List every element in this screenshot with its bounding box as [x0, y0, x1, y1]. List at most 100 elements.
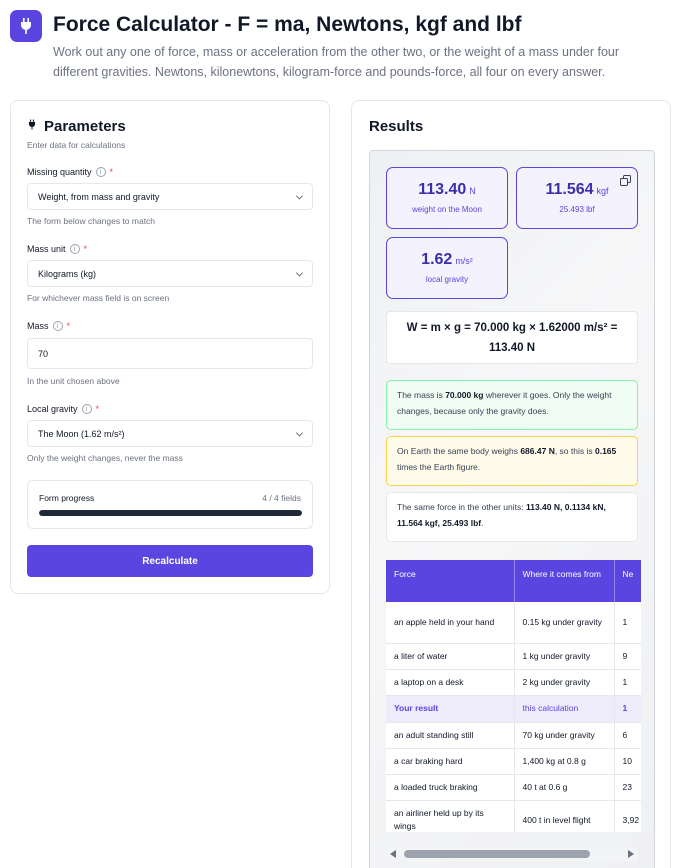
missing-quantity-label: Missing quantity i *	[27, 167, 113, 177]
missing-quantity-label-text: Missing quantity	[27, 167, 92, 177]
chevron-down-icon	[295, 191, 304, 200]
table-cell: 3,92	[614, 800, 641, 832]
scroll-left-icon[interactable]	[390, 850, 396, 858]
mass-value: 70	[38, 348, 49, 359]
table-cell: an adult standing still	[386, 722, 515, 749]
units-note: The same force in the other units: 113.4…	[386, 492, 638, 542]
missing-quantity-value: Weight, from mass and gravity	[38, 191, 160, 202]
gravity-card: 1.62 m/s² local gravity	[386, 237, 508, 299]
table-cell: 400 t in level flight	[514, 800, 615, 832]
copy-icon[interactable]	[620, 173, 631, 191]
table-cell: 0.15 kg under gravity	[514, 602, 615, 644]
comparison-table: Force Where it comes from Ne an apple he…	[386, 560, 641, 832]
local-gravity-hint: Only the weight changes, never the mass	[27, 453, 183, 463]
page-title: Force Calculator - F = ma, Newtons, kgf …	[53, 13, 522, 36]
kgf-unit: kgf	[596, 186, 609, 196]
weight-unit: N	[469, 186, 476, 196]
mass-input[interactable]: 70	[27, 338, 313, 369]
table-cell: 10	[614, 748, 641, 775]
parameters-subtitle: Enter data for calculations	[27, 140, 126, 150]
table-cell: an airliner held up by its wings	[386, 800, 515, 832]
progress-track	[39, 510, 302, 516]
table-cell: 9	[614, 643, 641, 670]
recalculate-button[interactable]: Recalculate	[27, 545, 313, 577]
formula-line-1: W = m × g = 70.000 kg × 1.62000 m/s² =	[406, 322, 618, 334]
kgf-number: 11.564	[545, 181, 594, 198]
weight-caption: weight on the Moon	[412, 205, 482, 214]
info-icon[interactable]: i	[95, 167, 106, 177]
note-bold: 686.47 N	[520, 446, 555, 456]
horizontal-scrollbar[interactable]	[386, 847, 638, 861]
parameters-panel: Parameters Enter data for calculations M…	[10, 100, 330, 594]
note-text: The same force in the other units:	[397, 502, 526, 512]
local-gravity-label-text: Local gravity	[27, 404, 78, 414]
info-icon[interactable]: i	[52, 321, 63, 331]
page-subtitle: Work out any one of force, mass or accel…	[53, 45, 620, 79]
table-cell: Your result	[386, 695, 515, 723]
table-cell: 1	[614, 602, 641, 644]
table-cell: a liter of water	[386, 643, 515, 670]
gravity-caption: local gravity	[425, 275, 469, 284]
comparison-table-wrap[interactable]: Force Where it comes from Ne an apple he…	[386, 560, 641, 832]
table-header[interactable]: Force	[386, 560, 515, 602]
plug-icon	[10, 10, 42, 42]
note-bold: 0.165	[594, 446, 617, 456]
weight-number: 113.40	[418, 181, 467, 198]
form-progress-label: Form progress	[39, 493, 95, 503]
info-icon[interactable]: i	[81, 404, 92, 414]
results-panel: Results 113.40 N weight on the Moon 11.56…	[351, 100, 671, 868]
scrollbar-thumb[interactable]	[404, 850, 590, 858]
mass-unit-value: Kilograms (kg)	[38, 268, 97, 279]
form-progress-count: 4 / 4 fields	[262, 493, 301, 503]
mass-hint: In the unit chosen above	[27, 376, 120, 386]
table-row: an adult standing still 70 kg under grav…	[386, 722, 641, 749]
table-cell: 6	[614, 722, 641, 749]
parameters-heading: Parameters	[27, 118, 126, 135]
results-scroll-area[interactable]: 113.40 N weight on the Moon 11.564 kgf 25.…	[369, 150, 655, 868]
info-icon[interactable]: i	[69, 244, 80, 254]
table-cell: a car braking hard	[386, 748, 515, 775]
table-cell: 23	[614, 774, 641, 801]
mass-label-text: Mass	[27, 321, 49, 331]
mass-unit-select[interactable]: Kilograms (kg)	[27, 260, 313, 287]
table-header-row: Force Where it comes from Ne	[386, 560, 641, 602]
table-cell: 1,400 kg at 0.8 g	[514, 748, 615, 775]
formula-box: W = m × g = 70.000 kg × 1.62000 m/s² = 1…	[386, 311, 638, 364]
table-cell: 40 t at 0.6 g	[514, 774, 615, 801]
mass-label: Mass i *	[27, 321, 70, 331]
gravity-unit: m/s²	[455, 256, 473, 266]
note-bold: 70.000 kg	[445, 390, 484, 400]
local-gravity-label: Local gravity i *	[27, 404, 99, 414]
note-text: The mass is	[397, 390, 446, 400]
form-progress: Form progress 4 / 4 fields	[27, 480, 313, 529]
kgf-value: 11.564 kgf	[517, 181, 637, 199]
table-row: a loaded truck braking 40 t at 0.6 g 23	[386, 774, 641, 801]
parameters-title: Parameters	[44, 118, 126, 135]
table-row: an apple held in your hand 0.15 kg under…	[386, 602, 641, 644]
table-cell: 1	[614, 695, 641, 723]
formula-line-2: 113.40 N	[488, 342, 536, 354]
table-cell: a loaded truck braking	[386, 774, 515, 801]
mass-unit-label: Mass unit i *	[27, 244, 87, 254]
local-gravity-select[interactable]: The Moon (1.62 m/s²)	[27, 420, 313, 447]
progress-fill	[39, 510, 302, 516]
table-header[interactable]: Where it comes from	[514, 560, 615, 602]
table-header[interactable]: Ne	[614, 560, 641, 602]
table-cell: this calculation	[514, 695, 615, 723]
mass-note: The mass is 70.000 kg wherever it goes. …	[386, 380, 638, 430]
table-cell: an apple held in your hand	[386, 602, 515, 644]
required-marker: *	[95, 404, 100, 414]
required-marker: *	[109, 167, 114, 177]
scroll-right-icon[interactable]	[628, 850, 634, 858]
table-row: a liter of water 1 kg under gravity 9	[386, 643, 641, 670]
note-text: On Earth the same body weighs	[397, 446, 521, 456]
note-text: times the Earth figure.	[397, 462, 481, 472]
required-marker: *	[66, 321, 71, 331]
missing-quantity-select[interactable]: Weight, from mass and gravity	[27, 183, 313, 210]
table-cell: 70 kg under gravity	[514, 722, 615, 749]
note-text: .	[481, 518, 484, 528]
table-row: a laptop on a desk 2 kg under gravity 1	[386, 669, 641, 696]
weight-value: 113.40 N	[387, 181, 507, 199]
note-text: , so this is	[554, 446, 595, 456]
required-marker: *	[83, 244, 88, 254]
